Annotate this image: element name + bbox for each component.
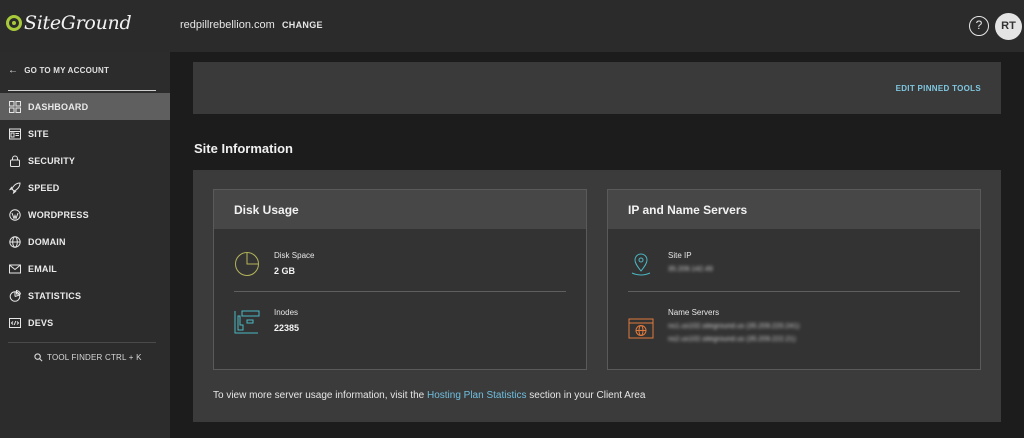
search-icon — [34, 353, 43, 362]
sidebar-item-label: SITE — [28, 128, 49, 139]
divider — [628, 291, 960, 292]
divider — [8, 90, 156, 91]
pie-chart-icon — [8, 289, 21, 302]
sidebar-item-label: SECURITY — [28, 155, 76, 166]
inodes-value: 22385 — [274, 323, 300, 333]
sidebar-item-domain[interactable]: DOMAIN — [0, 228, 170, 255]
disk-space-label: Disk Space — [274, 251, 315, 260]
sidebar-item-label: DASHBOARD — [28, 101, 89, 112]
hosting-plan-statistics-link[interactable]: Hosting Plan Statistics — [427, 390, 527, 401]
inodes-icon — [234, 310, 260, 334]
sidebar-item-label: SPEED — [28, 182, 60, 193]
siteground-logo[interactable]: SiteGround — [6, 12, 132, 34]
site-icon — [8, 127, 21, 140]
site-ip-row: Site IP 35.209.142.49 — [628, 251, 960, 281]
tool-finder-label: TOOL FINDER CTRL + K — [47, 353, 142, 362]
divider — [234, 291, 566, 292]
top-bar: SiteGround redpillrebellion.com CHANGE ?… — [0, 0, 1024, 52]
sidebar-nav: DASHBOARD SITE SECURITY SPEED WORDPRESS … — [0, 93, 170, 336]
pie-chart-icon — [235, 252, 259, 276]
sidebar-item-speed[interactable]: SPEED — [0, 174, 170, 201]
server-usage-note: To view more server usage information, v… — [213, 390, 645, 401]
tool-finder-button[interactable]: TOOL FINDER CTRL + K — [34, 353, 142, 362]
lock-icon — [8, 154, 21, 167]
mail-icon — [8, 262, 21, 275]
name-servers-row: Name Servers ns1.us102.siteground.us (35… — [628, 308, 960, 348]
sidebar-item-label: WORDPRESS — [28, 209, 89, 220]
go-to-my-account-label: GO TO MY ACCOUNT — [24, 66, 110, 75]
sidebar-item-security[interactable]: SECURITY — [0, 147, 170, 174]
wordpress-icon — [8, 208, 21, 221]
inodes-label: Inodes — [274, 308, 299, 317]
sidebar: ← GO TO MY ACCOUNT DASHBOARD SITE SECURI… — [0, 52, 170, 438]
change-site-button[interactable]: CHANGE — [282, 20, 323, 30]
sidebar-item-label: DEVS — [28, 317, 54, 328]
logo-mark-icon — [6, 15, 22, 31]
globe-icon — [8, 235, 21, 248]
site-information-panel: Disk Usage Disk Space 2 GB Inodes 22385 … — [193, 170, 1001, 422]
sidebar-item-dashboard[interactable]: DASHBOARD — [0, 93, 170, 120]
note-suffix: section in your Client Area — [526, 390, 646, 401]
sidebar-item-site[interactable]: SITE — [0, 120, 170, 147]
divider — [8, 342, 156, 343]
code-icon — [8, 316, 21, 329]
site-domain: redpillrebellion.com — [180, 19, 275, 31]
dashboard-icon — [8, 100, 21, 113]
name-server-2: ns2.us102.siteground.us (35.209.222.21) — [668, 336, 796, 343]
help-icon[interactable]: ? — [969, 16, 989, 36]
section-title: Site Information — [194, 141, 293, 156]
disk-space-value: 2 GB — [274, 266, 296, 276]
sidebar-item-label: EMAIL — [28, 263, 57, 274]
disk-space-row: Disk Space 2 GB — [234, 251, 566, 281]
name-server-1: ns1.us102.siteground.us (35.209.220.241) — [668, 323, 800, 330]
card-title: IP and Name Servers — [608, 190, 980, 229]
sidebar-item-email[interactable]: EMAIL — [0, 255, 170, 282]
sidebar-item-wordpress[interactable]: WORDPRESS — [0, 201, 170, 228]
sidebar-item-statistics[interactable]: STATISTICS — [0, 282, 170, 309]
ip-name-servers-card: IP and Name Servers Site IP 35.209.142.4… — [607, 189, 981, 370]
disk-usage-card: Disk Usage Disk Space 2 GB Inodes 22385 — [213, 189, 587, 370]
sidebar-item-label: STATISTICS — [28, 290, 82, 301]
logo-text: SiteGround — [24, 12, 132, 34]
server-globe-icon — [628, 318, 654, 339]
name-servers-label: Name Servers — [668, 308, 720, 317]
sidebar-item-label: DOMAIN — [28, 236, 66, 247]
sidebar-item-devs[interactable]: DEVS — [0, 309, 170, 336]
inodes-row: Inodes 22385 — [234, 308, 566, 338]
card-title: Disk Usage — [214, 190, 586, 229]
go-to-my-account-link[interactable]: ← GO TO MY ACCOUNT — [8, 65, 109, 76]
rocket-icon — [8, 181, 21, 194]
avatar[interactable]: RT — [995, 13, 1022, 40]
edit-pinned-tools-button[interactable]: EDIT PINNED TOOLS — [896, 84, 981, 93]
location-pin-icon — [631, 253, 651, 276]
pinned-tools-panel: EDIT PINNED TOOLS — [193, 62, 1001, 114]
site-ip-value: 35.209.142.49 — [668, 266, 713, 273]
arrow-left-icon: ← — [8, 65, 19, 76]
note-prefix: To view more server usage information, v… — [213, 390, 427, 401]
site-ip-label: Site IP — [668, 251, 692, 260]
